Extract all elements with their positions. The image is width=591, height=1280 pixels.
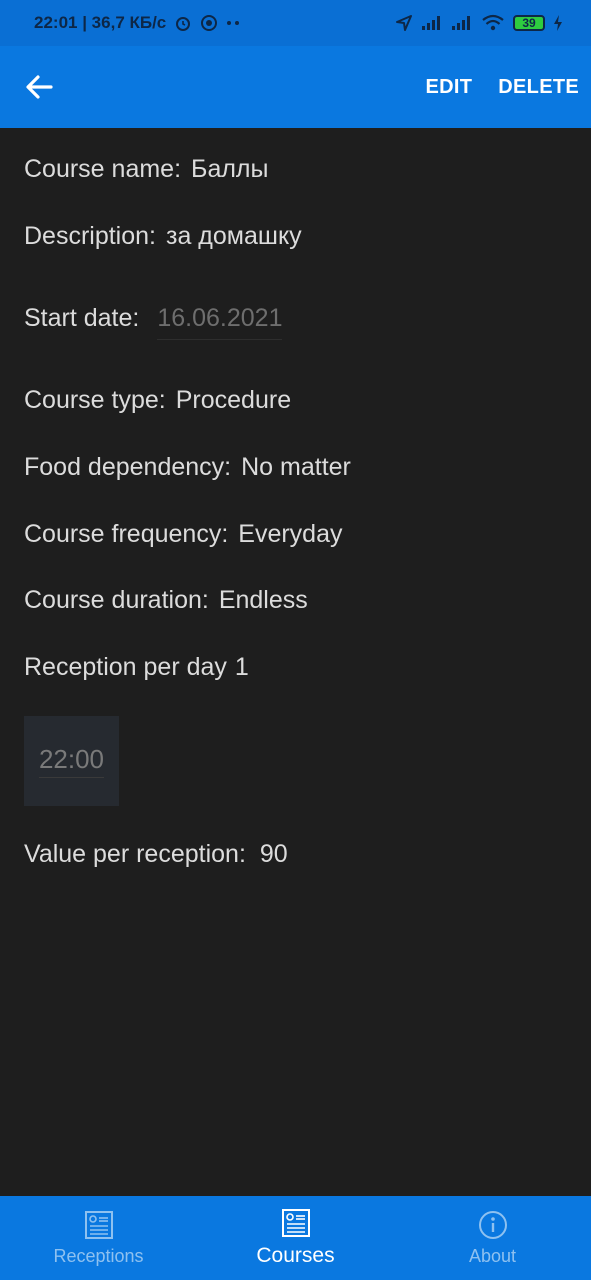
start-date-row: Start date: 16.06.2021: [24, 304, 283, 340]
course-type-row: Course type: Procedure: [24, 386, 291, 415]
nav-label-about: About: [468, 1245, 517, 1266]
status-left: 22:01 | 36,7 КБ/с: [34, 13, 240, 33]
value-per-reception-value: 90: [259, 840, 288, 868]
nav-item-about[interactable]: About: [394, 1196, 591, 1280]
reception-per-day-row: Reception per day 1: [24, 653, 249, 682]
reception-per-day-label: Reception per day: [24, 653, 227, 681]
course-name-row: Course name: Баллы: [24, 155, 269, 184]
nav-item-courses[interactable]: Courses: [197, 1196, 394, 1280]
food-dependency-row: Food dependency: No matter: [24, 453, 351, 482]
reception-time-button[interactable]: 22:00: [24, 716, 119, 806]
charging-icon: [553, 15, 563, 31]
nav-label-courses: Courses: [256, 1244, 335, 1267]
signal-icon-1: [421, 15, 443, 31]
alarm-icon: [174, 14, 192, 32]
value-per-reception-row: Value per reception: 90: [24, 840, 288, 869]
info-icon: [478, 1210, 507, 1239]
status-time-speed: 22:01 | 36,7 КБ/с: [34, 13, 167, 32]
value-per-reception-label: Value per reception:: [24, 840, 246, 868]
food-dependency-value: No matter: [241, 453, 351, 481]
course-frequency-label: Course frequency:: [24, 520, 229, 548]
food-dependency-label: Food dependency:: [24, 453, 232, 481]
signal-icon-2: [451, 15, 473, 31]
course-name-label: Course name:: [24, 155, 182, 183]
nav-item-receptions[interactable]: Receptions: [0, 1196, 197, 1280]
description-label: Description:: [24, 222, 156, 250]
start-date-label: Start date:: [24, 304, 140, 332]
description-value: за домашку: [166, 222, 302, 250]
course-name-value: Баллы: [191, 155, 269, 183]
nav-label-receptions: Receptions: [53, 1245, 144, 1266]
course-duration-label: Course duration:: [24, 586, 209, 614]
start-date-field[interactable]: 16.06.2021: [157, 304, 283, 340]
back-button[interactable]: [24, 70, 58, 104]
edit-button[interactable]: EDIT: [426, 76, 473, 99]
description-row: Description: за домашку: [24, 222, 302, 251]
course-type-value: Procedure: [175, 386, 292, 414]
more-dots-icon: [226, 20, 240, 26]
delete-button[interactable]: DELETE: [498, 76, 579, 99]
battery-icon: 39: [513, 15, 545, 31]
course-frequency-row: Course frequency: Everyday: [24, 520, 343, 549]
course-duration-row: Course duration: Endless: [24, 586, 308, 615]
reception-per-day-value: 1: [234, 653, 249, 681]
arrow-back-icon: [26, 75, 53, 99]
receptions-icon: [84, 1210, 113, 1239]
reception-time-value: 22:00: [38, 744, 105, 778]
course-duration-value: Endless: [218, 586, 308, 614]
bottom-navigation: Receptions Courses About: [0, 1196, 591, 1280]
app-bar: EDIT DELETE: [0, 46, 591, 128]
course-type-label: Course type:: [24, 386, 166, 414]
sync-icon: [200, 14, 218, 32]
wifi-icon: [481, 14, 505, 32]
location-icon: [395, 14, 413, 32]
courses-icon: [281, 1209, 310, 1237]
course-frequency-value: Everyday: [238, 520, 343, 548]
status-bar: 22:01 | 36,7 КБ/с 39: [0, 0, 591, 46]
status-right: 39: [395, 14, 563, 32]
